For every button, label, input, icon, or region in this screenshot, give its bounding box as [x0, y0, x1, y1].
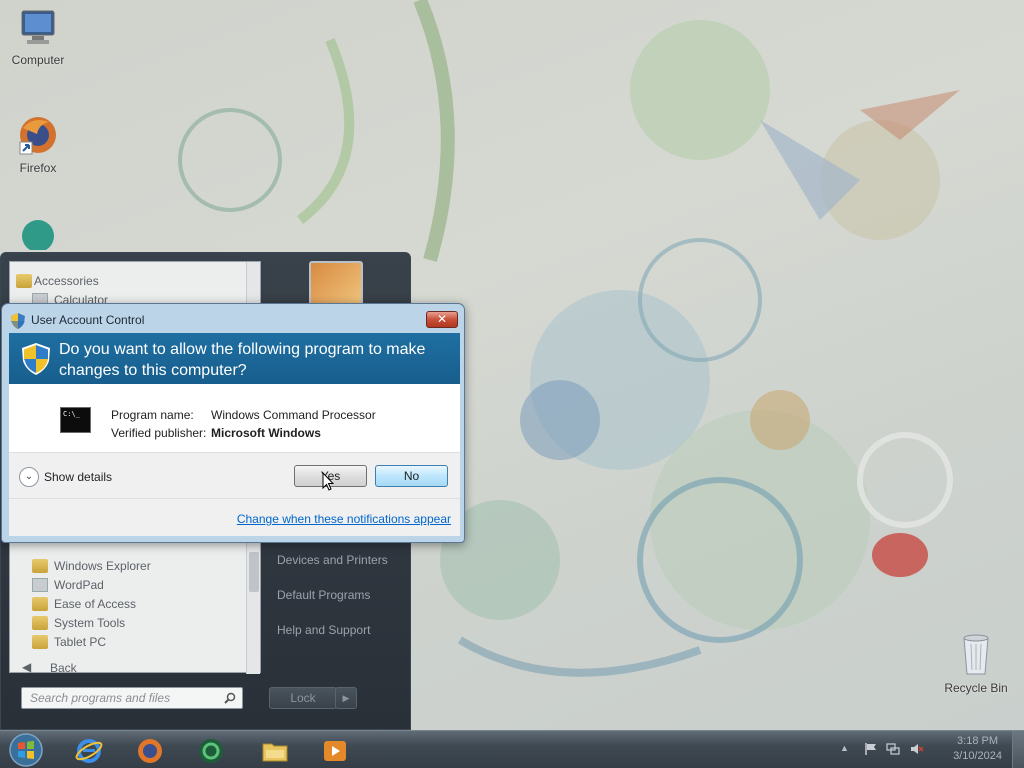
close-button[interactable]: ✕ — [426, 311, 458, 328]
program-item-label: Accessories — [34, 274, 99, 288]
start-button[interactable] — [6, 731, 46, 768]
search-input[interactable]: Search programs and files — [21, 687, 243, 709]
dialog-title: User Account Control — [31, 313, 145, 327]
dialog-body: C:\_ Program name: Windows Command Proce… — [9, 384, 460, 536]
change-notifications-link[interactable]: Change when these notifications appear — [237, 512, 451, 526]
firefox-icon — [138, 739, 162, 763]
back-button[interactable]: ◀ Back — [20, 660, 250, 678]
dialog-actions: ⌄ Show details Yes No — [9, 452, 460, 498]
network-icon[interactable] — [886, 742, 900, 756]
wordpad-icon — [32, 578, 48, 592]
system-tray: ▲ 3:18 PM 3/10/2024 — [834, 731, 1024, 768]
program-item-accessories[interactable]: Accessories — [10, 272, 246, 291]
uac-banner: Do you want to allow the following progr… — [9, 333, 460, 384]
desktop-icon-label: Computer — [11, 53, 65, 67]
folder-icon — [16, 274, 32, 288]
lock-button[interactable]: Lock — [269, 687, 337, 709]
program-item-label: Windows Explorer — [54, 559, 151, 573]
program-item-ease-of-access[interactable]: Ease of Access — [10, 595, 246, 614]
program-item-label: Ease of Access — [54, 597, 137, 611]
taskbar-media-center[interactable] — [184, 733, 238, 767]
shield-icon — [11, 313, 25, 329]
taskbar-firefox[interactable] — [123, 733, 177, 767]
taskbar-media-player[interactable] — [308, 733, 362, 767]
publisher-value: Microsoft Windows — [211, 426, 321, 440]
no-button[interactable]: No — [375, 465, 448, 487]
start-item-help-and-support[interactable]: Help and Support — [277, 623, 370, 637]
taskbar-internet-explorer[interactable] — [62, 733, 116, 767]
clock[interactable]: 3:18 PM 3/10/2024 — [953, 734, 1002, 764]
scrollbar-thumb[interactable] — [249, 552, 259, 592]
command-prompt-icon: C:\_ — [60, 407, 91, 433]
folder-icon — [32, 616, 48, 630]
uac-dialog: User Account Control ✕ Do you want to al… — [1, 303, 465, 543]
program-name-value: Windows Command Processor — [211, 408, 376, 422]
program-item-wordpad[interactable]: WordPad — [10, 576, 246, 595]
dialog-footer: Change when these notifications appear — [9, 498, 460, 536]
folder-icon — [32, 597, 48, 611]
publisher-label: Verified publisher: — [111, 426, 207, 440]
desktop-icon-computer[interactable]: Computer — [0, 8, 76, 67]
dialog-titlebar[interactable]: User Account Control ✕ — [2, 304, 464, 332]
explorer-icon — [32, 559, 48, 573]
action-center-flag-icon[interactable] — [864, 742, 878, 756]
back-label: Back — [50, 661, 77, 675]
chevron-down-icon: ⌄ — [24, 471, 34, 482]
taskbar-file-explorer[interactable] — [248, 733, 302, 767]
start-item-devices-and-printers[interactable]: Devices and Printers — [277, 553, 388, 567]
internet-explorer-icon — [75, 739, 103, 763]
program-item-tablet-pc[interactable]: Tablet PC — [10, 633, 246, 652]
back-arrow-icon: ◀ — [22, 660, 32, 674]
program-item-label: Tablet PC — [54, 635, 107, 649]
desktop-icon-label: Recycle Bin — [944, 681, 1008, 695]
desktop-icon-label: Firefox — [19, 161, 57, 175]
recycle-bin-icon — [963, 634, 989, 675]
program-item-system-tools[interactable]: System Tools — [10, 614, 246, 633]
taskbar: ▲ 3:18 PM 3/10/2024 — [0, 730, 1024, 768]
desktop-icon-firefox[interactable]: Firefox — [0, 114, 76, 175]
mouse-cursor-icon — [322, 472, 334, 491]
desktop-icon-recycle-bin[interactable]: Recycle Bin — [938, 630, 1014, 695]
desktop-icon-partial[interactable] — [0, 214, 76, 253]
media-player-icon — [324, 741, 346, 761]
clock-time: 3:18 PM — [957, 735, 999, 747]
uac-shield-icon — [22, 343, 50, 375]
app-icon — [22, 220, 54, 252]
close-icon: ✕ — [436, 312, 448, 326]
lock-options-arrow-icon[interactable]: ▶ — [335, 687, 357, 709]
uac-question: Do you want to allow the following progr… — [59, 341, 426, 379]
clock-date: 3/10/2024 — [953, 750, 1002, 762]
program-item-label: System Tools — [54, 616, 126, 630]
program-name-label: Program name: — [111, 408, 194, 422]
show-hidden-icons-icon[interactable]: ▲ — [840, 743, 854, 757]
program-item-windows-explorer[interactable]: Windows Explorer — [10, 557, 246, 576]
folder-icon — [32, 635, 48, 649]
firefox-icon — [19, 117, 56, 155]
show-details-label[interactable]: Show details — [44, 470, 112, 484]
program-item-label: WordPad — [54, 578, 104, 592]
cmd-icon-text: C:\_ — [63, 410, 80, 418]
file-explorer-icon — [262, 743, 288, 762]
show-details-button[interactable]: ⌄ — [19, 467, 39, 487]
search-icon[interactable] — [224, 692, 236, 704]
search-placeholder: Search programs and files — [30, 691, 171, 705]
media-center-icon — [199, 739, 223, 763]
computer-icon — [21, 10, 55, 44]
volume-muted-icon[interactable] — [910, 742, 924, 756]
show-desktop-button[interactable] — [1012, 731, 1024, 768]
start-item-default-programs[interactable]: Default Programs — [277, 588, 370, 602]
